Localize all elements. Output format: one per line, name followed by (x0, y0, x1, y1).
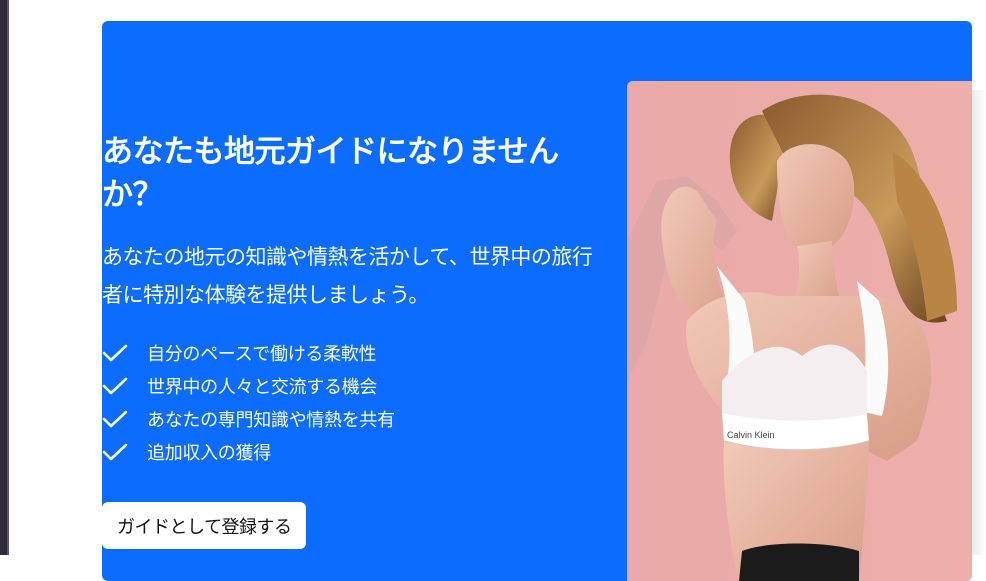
benefit-label: あなたの専門知識や情熱を共有 (147, 409, 395, 431)
section-title: あなたも地元ガイドになりませんか？ (102, 134, 559, 213)
section-description: あなたの地元の知識や情熱を活かして、世界中の旅行者に特別な体験を提供しましょう。 (102, 245, 593, 307)
become-guide-section: あなたも地元ガイドになりませんか？ あなたの地元の知識や情熱を活かして、世界中の… (102, 21, 972, 581)
benefit-item: あなたの専門知識や情熱を共有 (102, 402, 395, 435)
check-icon (102, 344, 128, 361)
benefit-item: 追加収入の獲得 (102, 435, 395, 468)
guide-photo: Calvin Klein (627, 81, 972, 581)
benefits-list: 自分のペースで働ける柔軟性 世界中の人々と交流する機会 あなたの専門知識や情熱を… (102, 336, 395, 468)
register-as-guide-button[interactable]: ガイドとして登録する (102, 502, 307, 549)
photo-shadow (972, 90, 986, 555)
benefit-item: 自分のペースで働ける柔軟性 (102, 336, 395, 369)
benefit-label: 自分のペースで働ける柔軟性 (147, 343, 377, 365)
guide-photo-illustration: Calvin Klein (627, 81, 972, 581)
benefit-item: 世界中の人々と交流する機会 (102, 369, 395, 402)
check-icon (102, 377, 128, 394)
benefit-label: 追加収入の獲得 (147, 442, 271, 464)
window-edge-accent (7, 0, 9, 555)
check-icon (102, 410, 128, 427)
benefit-label: 世界中の人々と交流する機会 (147, 376, 378, 398)
check-icon (102, 443, 128, 460)
photo-caption: Calvin Klein (727, 430, 775, 440)
